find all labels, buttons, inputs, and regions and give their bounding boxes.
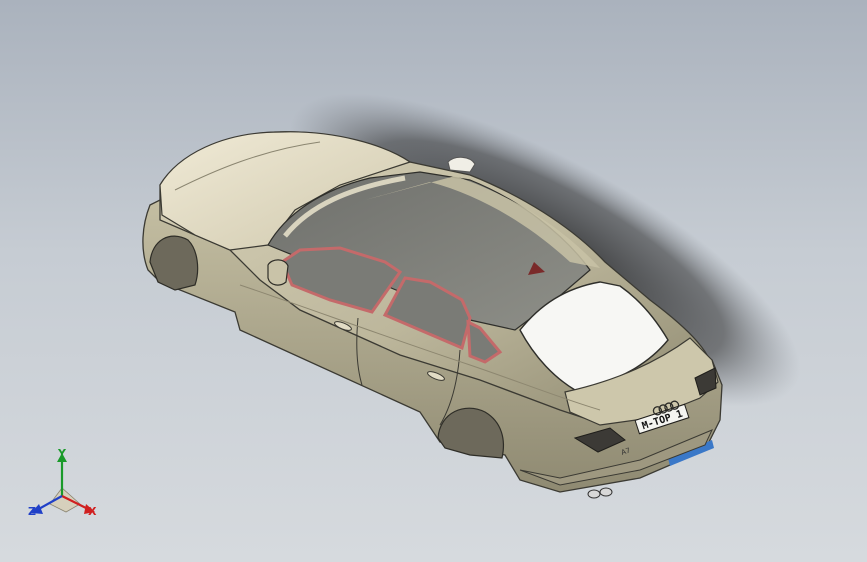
exhaust-right xyxy=(599,487,613,497)
exhaust-left xyxy=(587,489,601,499)
y-axis-label: Y xyxy=(58,447,66,460)
front-wheel-arch xyxy=(149,235,199,291)
x-axis-label: X xyxy=(88,505,97,518)
side-mirror xyxy=(267,259,289,286)
coordinate-triad: Y X Z xyxy=(22,448,108,524)
car-model[interactable]: M-TOP 1 A7 xyxy=(0,0,867,562)
model-viewport[interactable]: M-TOP 1 A7 Y X Z xyxy=(0,0,867,562)
z-axis-label: Z xyxy=(28,505,36,518)
front-roof-part xyxy=(447,156,476,173)
